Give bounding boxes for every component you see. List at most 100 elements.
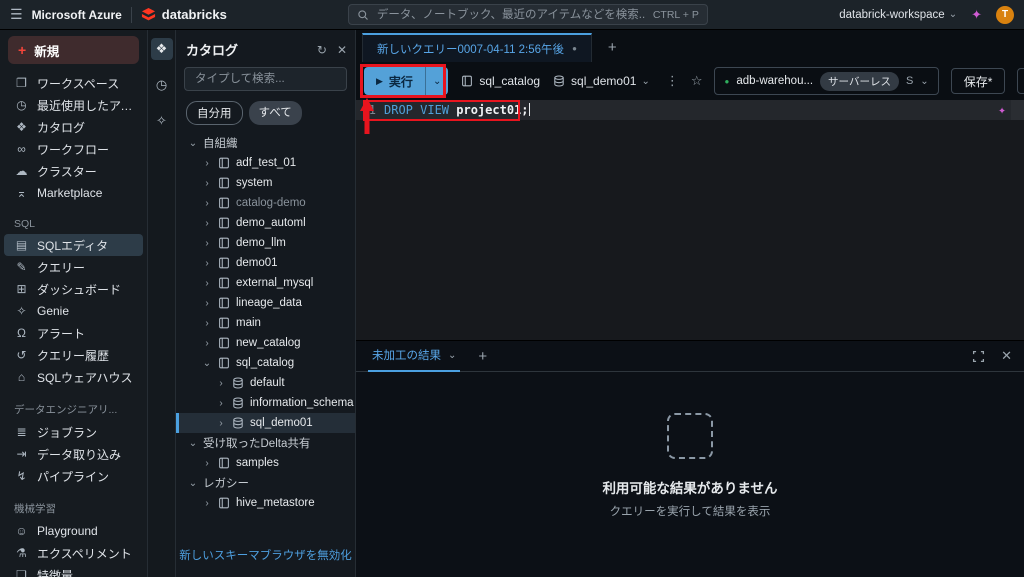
catalog-panel-footer: 新しいスキーマブラウザを無効化 [176, 535, 355, 577]
tree-catalog-sql-catalog[interactable]: ⌄ sql_catalog [176, 353, 355, 373]
sidebar-item-job-runs[interactable]: ≣ ジョブラン [4, 421, 143, 443]
sidebar-item-pipelines[interactable]: ↯ パイプライン [4, 465, 143, 487]
rail-history-icon[interactable]: ◷ [151, 74, 173, 96]
sidebar-item-catalog[interactable]: ❖ カタログ [4, 116, 143, 138]
tree-group-legacy[interactable]: ⌄ レガシー [176, 473, 355, 493]
warehouse-selector[interactable]: ● adb-warehou... サーバーレス S ⌄ [714, 67, 939, 95]
catalog-panel-header: カタログ ↻ ✕ [176, 30, 355, 67]
sidebar-item-clusters[interactable]: ☁ クラスター [4, 160, 143, 182]
tree-group-my-organization[interactable]: ⌄ 自組織 [176, 133, 355, 153]
sidebar-item-dashboards[interactable]: ⊞ ダッシュボード [4, 278, 143, 300]
workspace-picker[interactable]: databrick-workspace ⌄ [839, 9, 957, 21]
sidebar-item-playground[interactable]: ☺ Playground [4, 520, 143, 542]
filter-for-me-pill[interactable]: 自分用 [186, 101, 243, 125]
tree-schema-information-schema[interactable]: › information_schema [176, 393, 355, 413]
tree-catalog-samples[interactable]: › samples [176, 453, 355, 473]
sidebar-item-marketplace[interactable]: ⌅ Marketplace [4, 182, 143, 204]
chevron-down-icon: ⌄ [641, 75, 650, 87]
tree-catalog-system[interactable]: › system [176, 173, 355, 193]
sidebar-section-sql: SQL [14, 218, 36, 230]
catalog-search-input[interactable] [193, 72, 338, 86]
global-search-input[interactable] [374, 7, 647, 22]
storefront-icon: ⌅ [16, 186, 27, 200]
favorite-star-icon[interactable]: ☆ [691, 73, 703, 89]
sidebar-item-workflows[interactable]: ∞ ワークフロー [4, 138, 143, 160]
tree-schema-default[interactable]: › default [176, 373, 355, 393]
sidebar-item-alerts[interactable]: Ω アラート [4, 322, 143, 344]
catalog-icon [217, 156, 231, 170]
catalog-icon [217, 336, 231, 350]
chevron-down-icon: ⌄ [202, 357, 212, 369]
catalog-icon [217, 256, 231, 270]
tree-catalog-adf-test-01[interactable]: › adf_test_01 [176, 153, 355, 173]
sidebar-item-data-ingestion[interactable]: ⇥ データ取り込み [4, 443, 143, 465]
query-tab[interactable]: 新しいクエリー0007-04-11 2:56午後 ● [362, 33, 592, 62]
disable-schema-browser-link[interactable]: 新しいスキーマブラウザを無効化 [179, 550, 352, 562]
sidebar-item-queries[interactable]: ✎ クエリー [4, 256, 143, 278]
grid-icon: ⊞ [16, 282, 27, 296]
browser-icon-rail: ❖ ◷ ✧ [148, 30, 176, 577]
sidebar-item-workspace[interactable]: ❐ ワークスペース [4, 72, 143, 94]
sidebar-item-experiments[interactable]: ⚗ エクスペリメント [4, 542, 143, 564]
tree-catalog-demo01[interactable]: › demo01 [176, 253, 355, 273]
sidebar-item-recents[interactable]: ◷最近使用したアイテ... [4, 94, 143, 116]
raw-results-tab[interactable]: 未加工の結果 ⌄ [368, 341, 461, 372]
sidebar-item-genie[interactable]: ✧ Genie [4, 300, 143, 322]
rail-catalog-icon[interactable]: ❖ [150, 38, 173, 60]
tree-catalog-main[interactable]: › main [176, 313, 355, 333]
refresh-icon[interactable]: ↻ [317, 43, 327, 57]
app-body: + 新規 ❐ワークスペース ◷最近使用したアイテ... ❖カタログ ∞ワークフロ… [0, 30, 1024, 577]
tree-catalog-demo-automl[interactable]: › demo_automl [176, 213, 355, 233]
kebab-menu-icon[interactable]: ⋮ [666, 73, 679, 89]
editor-active-line[interactable]: 1 DROP VIEW project01; [356, 100, 1024, 120]
tree-schema-sql-demo01[interactable]: › sql_demo01 [176, 413, 355, 433]
tree-catalog-catalog-demo[interactable]: › catalog-demo [176, 193, 355, 213]
global-search-box[interactable]: CTRL + P [347, 4, 708, 25]
close-results-icon[interactable]: ✕ [1001, 348, 1012, 364]
tree-catalog-lineage-data[interactable]: › lineage_data [176, 293, 355, 313]
run-options-chevron[interactable]: ⌄ [424, 67, 449, 95]
databricks-brand[interactable]: databricks [141, 7, 227, 22]
new-query-tab-button[interactable]: + [608, 39, 617, 56]
sidebar-item-sql-warehouses[interactable]: ⌂ SQLウェアハウス [4, 366, 143, 388]
close-icon[interactable]: ✕ [337, 43, 347, 57]
user-avatar[interactable]: T [996, 5, 1014, 24]
hamburger-menu-icon[interactable]: ☰ [10, 6, 23, 23]
schedule-button[interactable]: スケジュール [1017, 68, 1024, 94]
sidebar-section-machine-learning: 機械学習 [14, 503, 56, 515]
catalog-selector[interactable]: sql_catalog [460, 74, 540, 88]
expand-icon[interactable] [972, 350, 985, 363]
catalog-icon [217, 456, 231, 470]
chevron-right-icon: › [205, 337, 209, 349]
catalog-search-box[interactable] [184, 67, 347, 91]
sidebar-item-features[interactable]: ❏ 特徴量 [4, 564, 143, 577]
schema-selector[interactable]: sql_demo01 ⌄ [552, 74, 650, 88]
play-icon: ▶ [376, 75, 383, 86]
sql-code-editor[interactable]: 1 DROP VIEW project01; ✦ [356, 100, 1024, 340]
run-button[interactable]: ▶ 実行 ⌄ [364, 67, 449, 95]
editor-assistant-sparkle-icon[interactable]: ✦ [998, 103, 1006, 118]
assistant-sparkle-icon[interactable]: ✦ [971, 7, 982, 23]
empty-results-subtitle: クエリーを実行して結果を表示 [609, 505, 771, 518]
sidebar-item-query-history[interactable]: ↺ クエリー履歴 [4, 344, 143, 366]
schema-icon [231, 416, 245, 430]
save-button[interactable]: 保存* [950, 68, 1006, 94]
rail-assistant-icon[interactable]: ✧ [151, 110, 173, 132]
run-button-main[interactable]: ▶ 実行 [364, 67, 425, 95]
sidebar-item-sql-editor[interactable]: ▤ SQLエディタ [4, 234, 143, 256]
tree-catalog-external-mysql[interactable]: › external_mysql [176, 273, 355, 293]
editor-scrollbar[interactable] [1011, 100, 1024, 120]
sql-code-line[interactable]: DROP VIEW project01; [384, 103, 531, 117]
document-icon: ✎ [16, 260, 27, 274]
tree-catalog-new-catalog[interactable]: › new_catalog [176, 333, 355, 353]
tree-catalog-demo-llm[interactable]: › demo_llm [176, 233, 355, 253]
query-tab-bar: 新しいクエリー0007-04-11 2:56午後 ● + [356, 30, 1024, 62]
cloud-icon: ☁ [15, 164, 28, 178]
new-button[interactable]: + 新規 [8, 36, 139, 64]
run-button-label: 実行 [388, 74, 413, 89]
empty-results-icon [667, 412, 713, 459]
filter-all-pill[interactable]: すべて [248, 101, 302, 125]
tree-group-delta-shares[interactable]: ⌄ 受け取ったDelta共有 [176, 433, 355, 453]
add-results-tab-button[interactable]: + [478, 348, 487, 365]
tree-catalog-hive-metastore[interactable]: › hive_metastore [176, 493, 355, 513]
